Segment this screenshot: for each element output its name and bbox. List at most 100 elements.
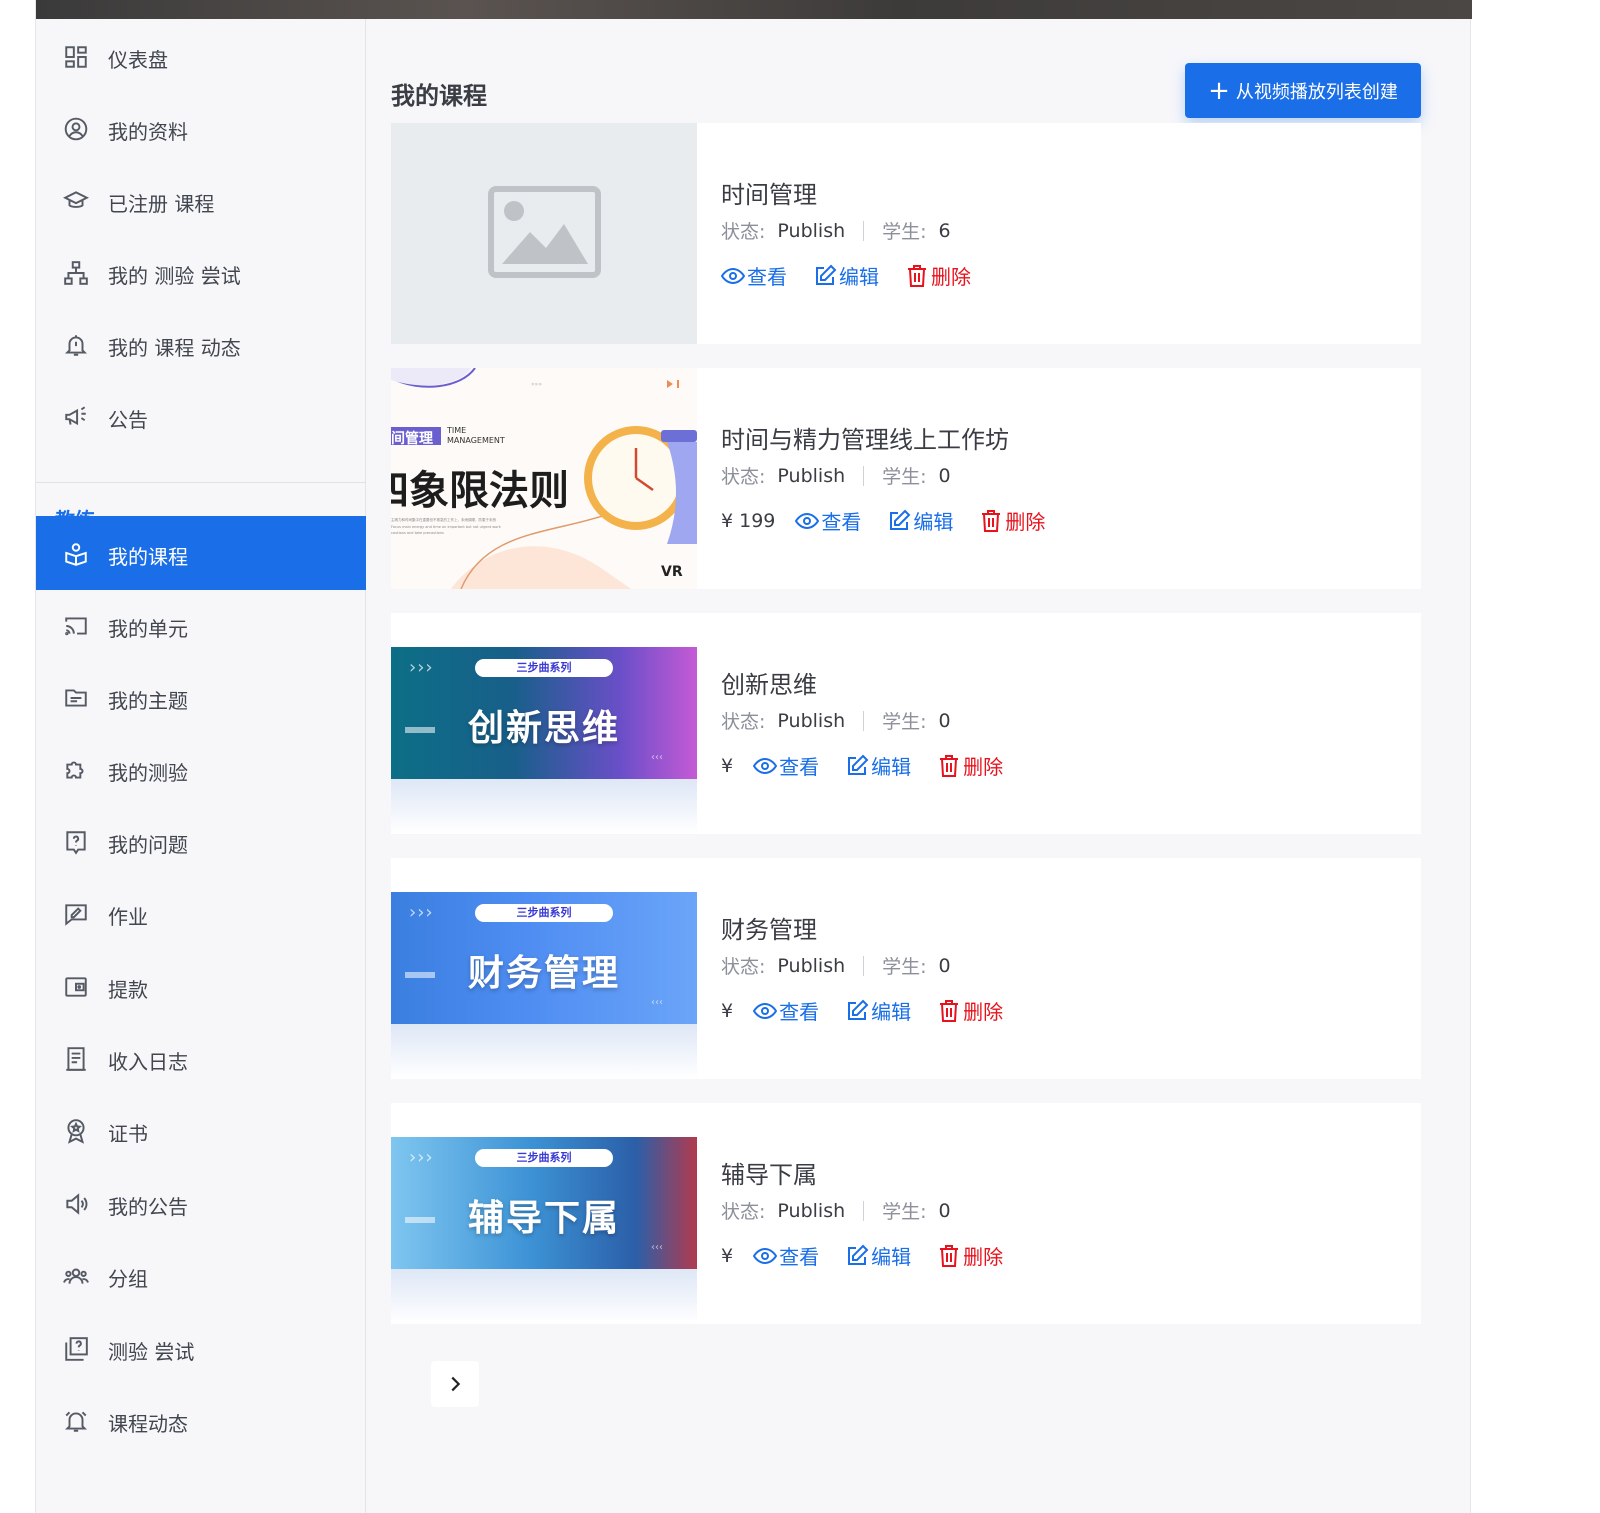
plus-icon: + xyxy=(1208,75,1230,106)
view-button[interactable]: 查看 xyxy=(753,751,819,780)
view-label: 查看 xyxy=(821,510,862,534)
receipt-icon xyxy=(62,1045,90,1073)
svg-text:»»»: »»» xyxy=(531,381,542,388)
sidebar-item-quiz-attempts-instructor[interactable]: 测验 尝试 xyxy=(36,1311,366,1385)
thumb-big-text: 四象限法则 xyxy=(391,467,569,514)
course-title[interactable]: 财务管理 xyxy=(721,910,817,945)
sidebar-item-profile[interactable]: 我的资料 xyxy=(36,91,366,165)
trash-icon xyxy=(940,754,959,777)
sidebar-item-dashboard[interactable]: 仪表盘 xyxy=(36,19,366,93)
question-icon xyxy=(62,828,90,856)
sidebar-item-certificates[interactable]: 证书 xyxy=(36,1093,366,1167)
eye-icon xyxy=(795,512,820,529)
sidebar-item-groups[interactable]: 分组 xyxy=(36,1238,366,1312)
sidebar-item-course-activity-instructor[interactable]: 课程动态 xyxy=(36,1383,366,1457)
edit-label: 编辑 xyxy=(871,1245,912,1269)
sidebar-item-assignments[interactable]: 作业 xyxy=(36,876,366,950)
sidebar-item-course-activity[interactable]: 我的 课程 动态 xyxy=(36,307,366,381)
view-label: 查看 xyxy=(779,755,820,779)
sidebar-item-quiz-attempts[interactable]: 我的 测验 尝试 xyxy=(36,235,366,309)
course-card: ››› 三步曲系列 辅导下属 ‹‹‹ 辅导下属 状态: Publish 学生: … xyxy=(391,1103,1421,1324)
students-value: 6 xyxy=(938,219,951,242)
sidebar: 仪表盘 我的资料 已注册 课程 我的 测验 尝试 我的 课程 动态 公告 教练 … xyxy=(36,19,366,1513)
view-button[interactable]: 查看 xyxy=(721,261,787,290)
delete-button[interactable]: 删除 xyxy=(979,506,1045,535)
sidebar-item-my-courses[interactable]: 我的课程 xyxy=(36,516,366,590)
course-info: 时间与精力管理线上工作坊 状态: Publish 学生: 0 ¥ 199 查看 … xyxy=(721,368,1401,589)
delete-button[interactable]: 删除 xyxy=(937,996,1003,1025)
edit-icon xyxy=(848,999,869,1020)
edit-button[interactable]: 编辑 xyxy=(813,261,879,290)
megaphone-icon xyxy=(62,403,90,431)
banner-pill: 三步曲系列 xyxy=(475,659,613,677)
sidebar-item-my-topics[interactable]: 我的主题 xyxy=(36,660,366,734)
sidebar-item-label: 我的公告 xyxy=(108,1195,188,1219)
course-thumbnail[interactable]: ››› 三步曲系列 辅导下属 ‹‹‹ xyxy=(391,1103,697,1324)
edit-button[interactable]: 编辑 xyxy=(845,1241,911,1270)
course-title[interactable]: 辅导下属 xyxy=(721,1155,817,1190)
edit-button[interactable]: 编辑 xyxy=(845,751,911,780)
sidebar-item-my-announcements[interactable]: 我的公告 xyxy=(36,1166,366,1240)
trash-icon xyxy=(908,264,926,287)
sidebar-item-label: 证书 xyxy=(108,1122,148,1146)
banner-pill: 三步曲系列 xyxy=(475,904,613,922)
course-thumbnail[interactable]: »»» VR 主精力和时间集中在重要但不紧急的工作上，未雨绸缪，防患于未然 Fo… xyxy=(391,368,697,589)
course-banner: ››› 三步曲系列 辅导下属 ‹‹‹ xyxy=(391,1137,697,1269)
create-from-playlist-button[interactable]: + 从视频播放列表创建 xyxy=(1185,63,1421,118)
students-value: 0 xyxy=(938,464,951,487)
app-shell: 仪表盘 我的资料 已注册 课程 我的 测验 尝试 我的 课程 动态 公告 教练 … xyxy=(35,0,1472,1513)
view-button[interactable]: 查看 xyxy=(753,1241,819,1270)
students-value: 0 xyxy=(938,709,951,732)
course-meta: 状态: Publish 学生: 0 xyxy=(721,462,951,489)
course-title[interactable]: 时间管理 xyxy=(721,175,817,210)
banner-pill: 三步曲系列 xyxy=(475,1149,613,1167)
course-thumbnail[interactable]: ››› 三步曲系列 创新思维 ‹‹‹ xyxy=(391,613,697,834)
course-meta: 状态: Publish 学生: 6 xyxy=(721,217,951,244)
course-thumbnail[interactable] xyxy=(391,123,697,344)
edit-label: 编辑 xyxy=(839,265,879,289)
course-banner: ››› 三步曲系列 财务管理 ‹‹‹ xyxy=(391,892,697,1024)
edit-button[interactable]: 编辑 xyxy=(887,506,953,535)
delete-button[interactable]: 删除 xyxy=(937,1241,1003,1270)
course-card: 时间管理 状态: Publish 学生: 6 查看 编辑 删除 xyxy=(391,123,1421,344)
view-button[interactable]: 查看 xyxy=(795,506,861,535)
course-actions: ¥ 查看 编辑 删除 xyxy=(721,751,1029,780)
meta-separator xyxy=(863,220,865,241)
status-value: Publish xyxy=(777,219,846,242)
delete-button[interactable]: 删除 xyxy=(937,751,1003,780)
edit-label: 编辑 xyxy=(871,1000,912,1024)
sidebar-item-my-quizzes[interactable]: 我的测验 xyxy=(36,732,366,806)
puzzle-icon xyxy=(62,756,90,784)
sidebar-item-withdrawals[interactable]: 提款 xyxy=(36,949,366,1023)
sidebar-item-enrolled-courses[interactable]: 已注册 课程 xyxy=(36,163,366,237)
alarm-bell-icon xyxy=(62,1407,90,1435)
view-button[interactable]: 查看 xyxy=(753,996,819,1025)
next-page-button[interactable] xyxy=(431,1361,479,1407)
edit-button[interactable]: 编辑 xyxy=(845,996,911,1025)
banner-title: 财务管理 xyxy=(467,952,620,994)
sidebar-item-label: 我的主题 xyxy=(108,689,188,713)
status-label: 状态: xyxy=(721,711,766,733)
sidebar-item-my-units[interactable]: 我的单元 xyxy=(36,588,366,662)
eye-icon xyxy=(753,757,778,774)
sidebar-item-my-questions[interactable]: 我的问题 xyxy=(36,804,366,878)
page-title: 我的课程 xyxy=(391,82,487,110)
sidebar-item-earnings-log[interactable]: 收入日志 xyxy=(36,1021,366,1095)
status-value: Publish xyxy=(777,1199,846,1222)
course-title[interactable]: 时间与精力管理线上工作坊 xyxy=(721,420,1009,455)
sidebar-item-announcements[interactable]: 公告 xyxy=(36,379,366,453)
delete-button[interactable]: 删除 xyxy=(905,261,971,290)
course-actions: ¥ 199 查看 编辑 删除 xyxy=(721,506,1071,535)
course-actions: 查看 编辑 删除 xyxy=(721,261,997,290)
cast-icon xyxy=(62,612,90,640)
sidebar-item-label: 我的单元 xyxy=(108,617,188,641)
course-title[interactable]: 创新思维 xyxy=(721,665,817,700)
status-value: Publish xyxy=(777,464,846,487)
trash-icon xyxy=(940,1244,959,1267)
delete-label: 删除 xyxy=(931,265,971,289)
students-label: 学生: xyxy=(882,466,927,488)
course-banner: ››› 三步曲系列 创新思维 ‹‹‹ xyxy=(391,647,697,779)
course-info: 时间管理 状态: Publish 学生: 6 查看 编辑 删除 xyxy=(721,123,1401,344)
course-thumbnail[interactable]: ››› 三步曲系列 财务管理 ‹‹‹ xyxy=(391,858,697,1079)
trash-icon xyxy=(940,999,959,1022)
